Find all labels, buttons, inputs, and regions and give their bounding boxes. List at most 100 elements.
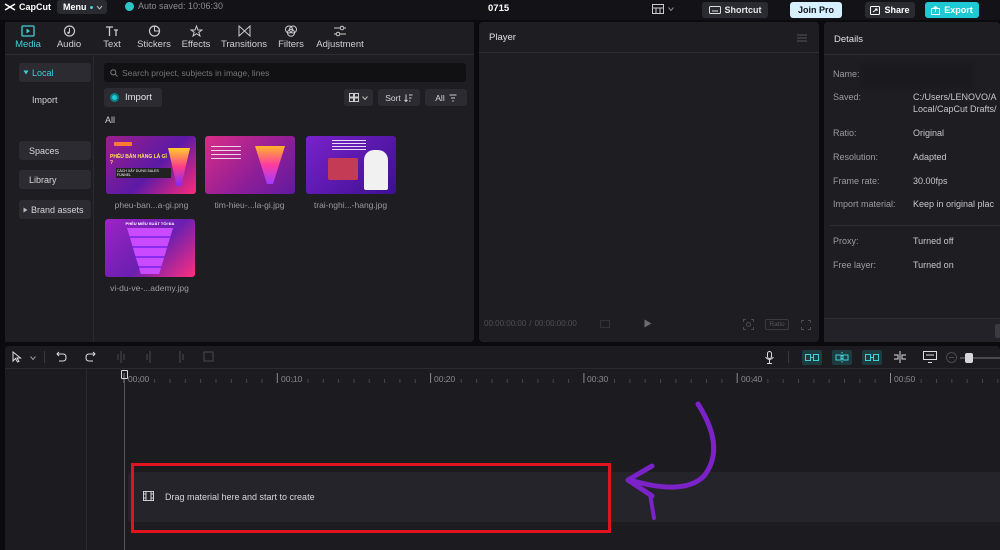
detail-value-proxy: Turned off (913, 236, 954, 246)
sidebar-item-library[interactable]: Library (19, 170, 91, 189)
sidebar-item-local[interactable]: Local (19, 63, 91, 82)
ruler-tick-label: 00:00 (128, 374, 150, 384)
media-item[interactable]: PHỄU MIỄU SUẤT TỐI ĐA vi-du-ve-...ademy.… (102, 219, 197, 293)
ratio-button[interactable]: Ratio (765, 319, 789, 330)
thumbnail-subcaption: CÁCH XÂY DỰNG SALES FUNNEL (116, 168, 171, 178)
tab-effects[interactable]: Effects (180, 25, 212, 50)
shortcut-button[interactable]: Shortcut (702, 2, 768, 18)
details-divider (824, 54, 1000, 55)
tab-adjustment[interactable]: Adjustment (314, 25, 366, 50)
search-input[interactable] (122, 67, 442, 78)
play-icon[interactable] (644, 319, 652, 328)
sidebar-item-spaces[interactable]: Spaces (19, 141, 91, 160)
sidebar-item-brand-assets[interactable]: Brand assets (19, 200, 91, 219)
media-thumbnail: PHỄU BÁN HÀNG LÀ GÌ ? CÁCH XÂY DỰNG SALE… (106, 136, 196, 194)
menu-label: Menu (63, 2, 87, 12)
ruler-tick-label: 00:30 (587, 374, 609, 384)
thumbnail-caption: PHỄU MIỄU SUẤT TỐI ĐA (125, 221, 175, 226)
details-footer (824, 318, 1000, 342)
annotation-arrow-icon (625, 401, 717, 520)
linkage-button[interactable] (862, 350, 882, 365)
delete-icon[interactable] (203, 351, 214, 362)
details-section-divider (830, 225, 1000, 226)
playhead-line[interactable] (124, 379, 125, 550)
export-label: Export (944, 5, 973, 15)
detail-label-import-material: Import material: (833, 199, 896, 209)
media-item[interactable]: tim-hieu-...la-gi.jpg (202, 136, 297, 210)
playhead-handle[interactable] (121, 370, 128, 379)
main-track-magnet-button[interactable] (802, 350, 822, 365)
detail-value-free-layer: Turned on (913, 260, 954, 270)
search-bar[interactable] (104, 63, 466, 82)
chevron-down-icon[interactable] (30, 356, 36, 360)
sort-button[interactable]: Sort (378, 89, 420, 106)
transitions-icon (238, 25, 250, 37)
undo-icon[interactable] (56, 351, 67, 362)
ratio-label: Ratio (769, 321, 785, 328)
split-left-icon[interactable] (146, 351, 154, 363)
highlight-box-annotation (131, 463, 611, 533)
split-right-icon[interactable] (176, 351, 184, 363)
fullscreen-preview-icon[interactable] (600, 320, 610, 328)
detail-value-resolution: Adapted (913, 152, 947, 162)
crop-icon[interactable] (743, 319, 754, 330)
media-item-name: pheu-ban...a-gi.png (114, 200, 189, 210)
tab-filters[interactable]: Filters (276, 25, 306, 50)
share-button[interactable]: Share (865, 2, 915, 18)
export-button[interactable]: Export (925, 2, 979, 18)
captions-icon[interactable] (923, 351, 937, 363)
microphone-icon[interactable] (765, 351, 774, 364)
tab-stickers[interactable]: Stickers (135, 25, 173, 50)
tab-media-label: Media (15, 39, 41, 50)
sort-label: Sort (385, 92, 401, 103)
preview-axis-icon[interactable] (893, 351, 907, 363)
select-cursor-icon[interactable] (12, 351, 22, 363)
capcut-logo-icon (4, 3, 16, 11)
player-menu-icon[interactable] (797, 34, 807, 42)
tab-effects-label: Effects (181, 39, 211, 50)
auto-snapping-button[interactable] (832, 350, 852, 365)
zoom-out-icon[interactable] (946, 352, 957, 363)
detail-value-saved-line2: Local/CapCut Drafts/ (913, 104, 997, 114)
autosave-status: Auto saved: 10:06:30 (125, 1, 223, 11)
tab-stickers-label: Stickers (137, 39, 171, 50)
tab-adjustment-label: Adjustment (316, 39, 364, 50)
thumbnail-funnel-graphic (255, 146, 285, 184)
view-mode-button[interactable] (344, 89, 373, 106)
split-icon[interactable] (117, 351, 125, 363)
sidebar-item-import[interactable]: Import (32, 95, 58, 105)
media-item-name: tim-hieu-...la-gi.jpg (214, 200, 285, 210)
redo-icon[interactable] (85, 351, 96, 362)
ruler-tick-label: 00:10 (281, 374, 303, 384)
menu-button[interactable]: Menu (57, 0, 107, 14)
zoom-slider-handle[interactable] (965, 353, 973, 363)
sidebar-item-label: Spaces (29, 145, 60, 156)
detail-label-name: Name: (833, 69, 860, 79)
filter-button[interactable]: All (425, 89, 467, 106)
import-button[interactable]: Import (104, 88, 162, 107)
media-thumbnail (205, 136, 295, 194)
tab-audio[interactable]: Audio (52, 25, 86, 50)
tab-text-label: Text (103, 39, 121, 50)
ruler-ticks (123, 373, 999, 383)
caret-right-icon (23, 207, 28, 212)
detail-label-free-layer: Free layer: (833, 260, 877, 270)
tab-audio-label: Audio (56, 39, 82, 50)
tab-text[interactable]: Text (98, 25, 126, 50)
details-footer-button[interactable] (995, 324, 1000, 338)
detail-value-import-material: Keep in original plac (913, 199, 995, 209)
layout-icon[interactable] (652, 4, 674, 14)
top-bar: CapCut Menu Auto saved: 10:06:30 0715 Sh… (0, 0, 1000, 20)
section-label: All (105, 115, 116, 125)
ruler-tick-label: 00:20 (434, 374, 456, 384)
media-item[interactable]: PHỄU BÁN HÀNG LÀ GÌ ? CÁCH XÂY DỰNG SALE… (104, 136, 199, 210)
join-pro-label: Join Pro (797, 5, 834, 15)
tab-transitions[interactable]: Transitions (219, 25, 269, 50)
player-title: Player (489, 32, 516, 43)
fullscreen-icon[interactable] (801, 320, 811, 330)
media-item[interactable]: trai-nghi...-hang.jpg (303, 136, 398, 210)
chevron-down-icon (362, 95, 368, 100)
detail-label-proxy: Proxy: (833, 236, 859, 246)
tab-media[interactable]: Media (10, 25, 46, 50)
join-pro-button[interactable]: Join Pro (790, 2, 842, 18)
